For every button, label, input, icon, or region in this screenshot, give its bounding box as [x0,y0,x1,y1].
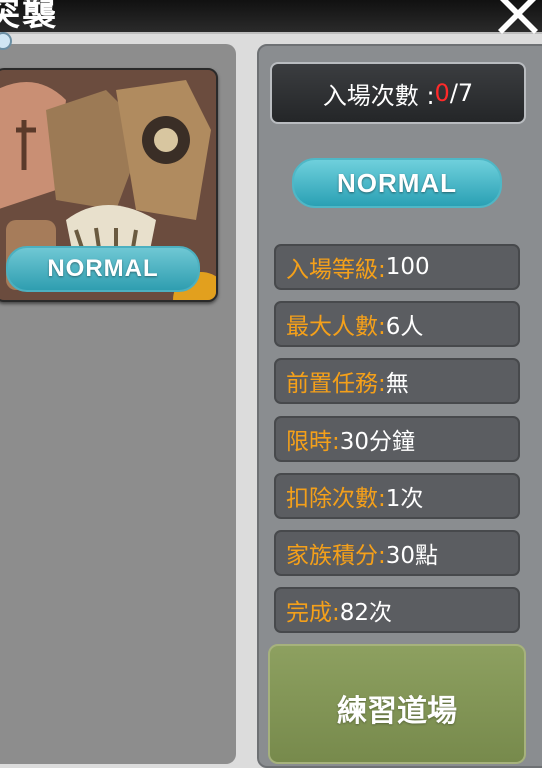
info-row-deduct-count: 扣除次數: 1次 [274,473,520,519]
close-icon[interactable] [496,0,540,34]
info-row-prerequisite: 前置任務: 無 [274,358,520,404]
title-bar: 突襲 [0,0,542,34]
info-row-completed: 完成: 82次 [274,587,520,633]
info-value: 100 [385,254,430,280]
entry-count-used: 0 [434,79,450,107]
info-key: 家族積分: [286,543,386,569]
info-row-entry-level: 入場等級: 100 [274,244,520,290]
info-value: 1次 [385,486,424,512]
info-key: 完成: [286,600,340,626]
difficulty-badge: NORMAL [292,158,502,208]
info-key: 最大人數: [286,314,386,340]
info-value: 無 [385,371,409,397]
info-key: 限時: [286,429,340,455]
card-difficulty-badge: NORMAL [6,246,200,292]
entry-count-separator: / [449,79,458,107]
info-value: 30點 [385,543,439,569]
info-value: 30分鐘 [339,429,416,455]
entry-count-label: 入場次數 : [322,81,435,110]
info-row-clan-points: 家族積分: 30點 [274,530,520,576]
entry-count-box: 入場次數 : 0 / 7 [270,62,526,124]
info-value: 82次 [339,600,393,626]
window-title: 突襲 [0,0,58,34]
info-row-max-players: 最大人數: 6人 [274,301,520,347]
info-key: 入場等級: [286,257,386,283]
info-key: 扣除次數: [286,486,386,512]
info-row-time-limit: 限時: 30分鐘 [274,416,520,462]
practice-dojo-button[interactable]: 練習道場 [268,644,526,764]
entry-count-max: 7 [457,79,474,107]
info-key: 前置任務: [286,371,386,397]
info-value: 6人 [385,314,424,340]
